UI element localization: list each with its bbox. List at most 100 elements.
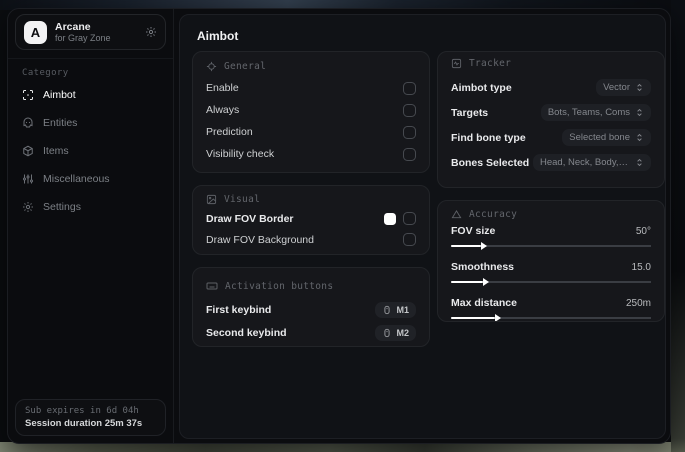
sidebar-item-label: Items [43,145,69,157]
activation-buttons-card: Activation buttons First keybind M1 Seco… [192,267,430,347]
setting-row: Targets Bots, Teams, Coms [451,100,651,125]
slider-value: 250m [625,297,651,309]
unfold-icon [635,158,644,167]
setting-row: Bones Selected Head, Neck, Body, Pe.. [451,150,651,175]
select-value: Selected bone [569,132,630,143]
slider-fill[interactable] [451,280,483,283]
sliders-icon [22,173,34,185]
card-title: Tracker [469,58,512,69]
card-title: General [224,61,267,72]
setting-row: First keybind M1 [206,298,416,321]
visibility-check-checkbox[interactable] [403,147,416,161]
unfold-icon [635,108,644,117]
setting-row: Enable [206,77,416,99]
second-keybind-button[interactable]: M2 [375,324,416,341]
sidebar-item-aimbot[interactable]: Aimbot [8,81,173,109]
app-logo: A [24,20,47,44]
setting-label: First keybind [206,303,272,316]
keyboard-icon [206,280,218,292]
enable-checkbox[interactable] [403,81,416,95]
sidebar-header: A Arcane for Gray Zone [8,9,173,59]
aimbot-type-select[interactable]: Vector [596,79,651,96]
first-keybind-button[interactable]: M1 [375,301,416,318]
entities-icon [22,117,34,129]
slider-label: Smoothness [451,261,515,273]
accuracy-card: Accuracy FOV size 50° Smoothness 15.0 Ma… [437,200,665,322]
app-subtitle: for Gray Zone [55,32,111,43]
slider-value: 50° [635,225,651,237]
prediction-checkbox[interactable] [403,125,416,139]
fov-size-slider-group: FOV size 50° [451,223,651,250]
setting-label: Find bone type [451,131,526,144]
setting-row: Prediction [206,121,416,143]
mouse-icon [382,328,392,338]
sub-expires-text: Sub expires in 6d 04h [25,406,139,416]
setting-label: Draw FOV Background [206,233,314,246]
max-distance-slider[interactable] [451,313,651,321]
setting-row: Draw FOV Border [206,208,416,229]
sidebar-item-settings[interactable]: Settings [8,193,173,221]
keybind-value: M1 [396,304,409,315]
max-distance-slider-group: Max distance 250m [451,295,651,321]
crosshair-scan-icon [22,89,34,101]
slider-label: Max distance [451,297,517,309]
smoothness-slider[interactable] [451,277,651,286]
page-title: Aimbot [197,29,239,43]
slider-fill[interactable] [451,244,481,247]
sidebar-category-label: Category [22,68,69,78]
targets-select[interactable]: Bots, Teams, Coms [540,104,651,121]
fov-border-color-swatch[interactable] [384,212,396,225]
main-panel: Aimbot General Enable Always Prediction … [179,14,666,439]
setting-label: Bones Selected [451,156,530,169]
setting-label: Targets [451,106,489,119]
crosshair-icon [206,61,217,72]
visual-card: Visual Draw FOV Border Draw FOV Backgrou… [192,185,430,255]
triangle-icon [451,209,462,220]
app-title: Arcane [55,20,91,33]
sidebar: A Arcane for Gray Zone Category Aimbot E… [8,9,174,443]
find-bone-type-select[interactable]: Selected bone [562,129,651,146]
slider-fill[interactable] [451,316,495,319]
sidebar-item-entities[interactable]: Entities [8,109,173,137]
header-gear-icon[interactable] [145,26,157,38]
sidebar-item-label: Aimbot [43,89,76,101]
card-title: Activation buttons [225,280,334,292]
tracker-card: Tracker Aimbot type Vector Targets Bots,… [437,51,665,188]
setting-row: Visibility check [206,143,416,165]
bones-selected-select[interactable]: Head, Neck, Body, Pe.. [533,154,651,171]
setting-label: Aimbot type [451,81,512,94]
sidebar-item-items[interactable]: Items [8,137,173,165]
mouse-icon [382,305,392,315]
activity-icon [451,58,462,69]
keybind-value: M2 [396,327,409,338]
app-window: A Arcane for Gray Zone Category Aimbot E… [7,8,671,444]
draw-fov-background-checkbox[interactable] [403,233,416,246]
sidebar-item-label: Entities [43,117,78,129]
setting-row: Draw FOV Background [206,229,416,250]
unfold-icon [635,133,644,142]
sidebar-item-miscellaneous[interactable]: Miscellaneous [8,165,173,193]
draw-fov-border-checkbox[interactable] [403,212,416,225]
select-value: Bots, Teams, Coms [547,107,630,118]
select-value: Vector [603,82,630,93]
unfold-icon [635,83,644,92]
sidebar-nav: Aimbot Entities Items Miscellaneous Sett… [8,81,173,221]
setting-row: Find bone type Selected bone [451,125,651,150]
gear-icon [22,201,34,213]
setting-row: Aimbot type Vector [451,75,651,100]
session-duration-text: Session duration 25m 37s [25,418,143,429]
slider-value: 15.0 [631,261,651,273]
setting-label: Visibility check [206,148,275,160]
setting-label: Enable [206,82,239,94]
game-background-right [671,0,685,452]
card-title: Visual [224,194,261,205]
image-icon [206,194,217,205]
setting-label: Prediction [206,126,253,138]
slider-label: FOV size [451,225,496,237]
setting-row: Always [206,99,416,121]
setting-row: Second keybind M2 [206,321,416,344]
card-title: Accuracy [469,209,518,220]
always-checkbox[interactable] [403,103,416,117]
setting-label: Always [206,104,240,116]
fov-size-slider[interactable] [451,241,651,250]
